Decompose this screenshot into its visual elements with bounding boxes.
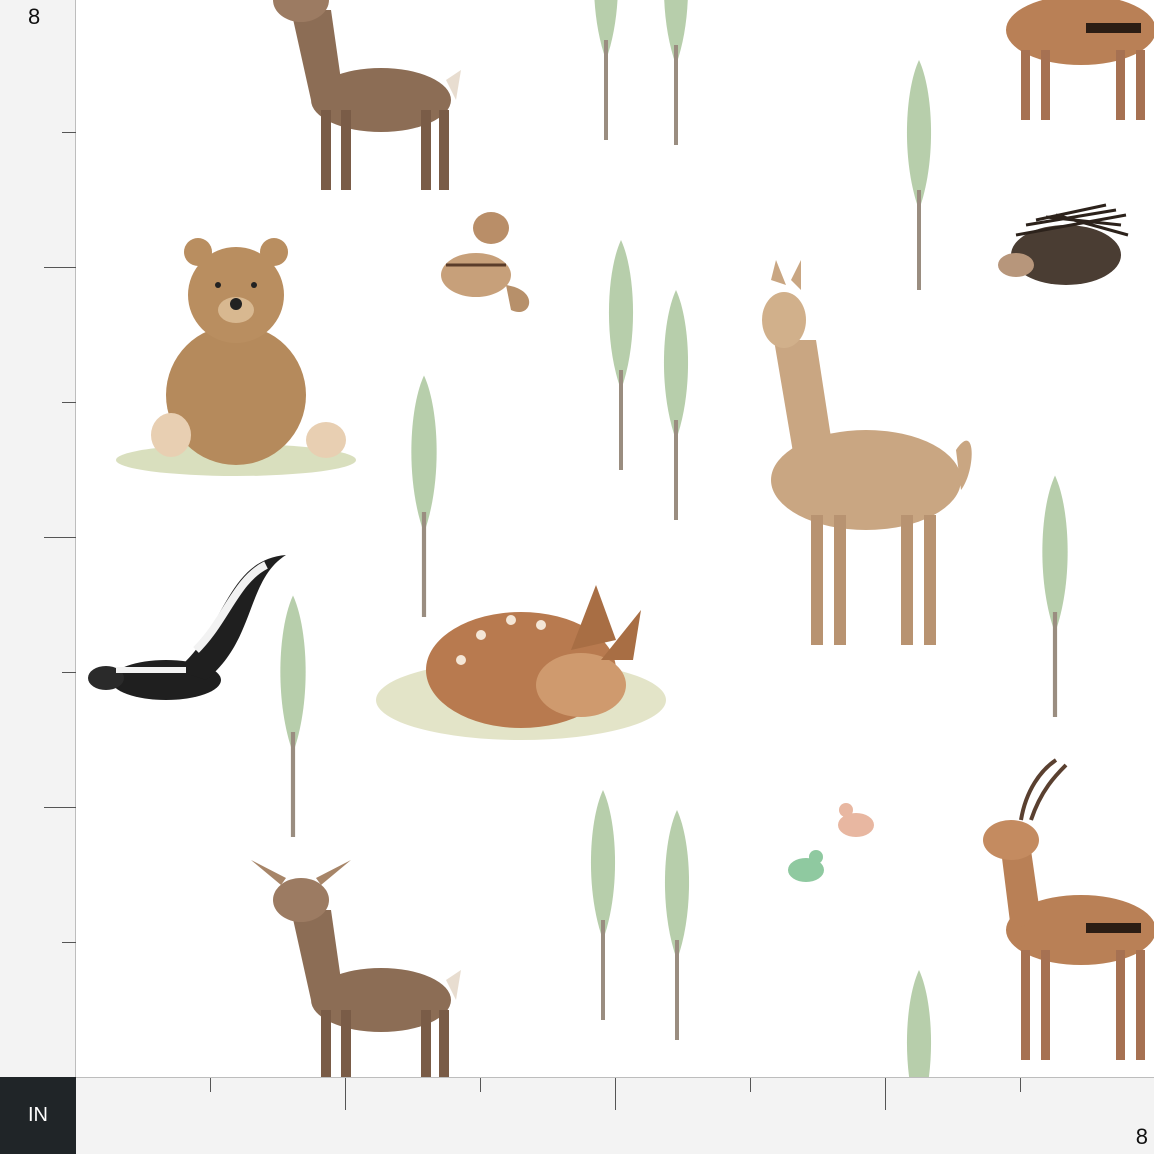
ruler-bottom-label: 8	[1135, 1124, 1148, 1149]
ruler-tick	[62, 402, 76, 403]
antelope-icon	[983, 758, 1154, 1060]
tree-icon	[590, 790, 616, 1020]
ruler-tick	[62, 132, 76, 133]
horizontal-ruler: 8	[76, 1077, 1154, 1154]
ruler-tick	[62, 942, 76, 943]
ruler-tick	[480, 1078, 481, 1092]
tree-icon	[906, 970, 932, 1077]
tree-icon	[411, 375, 437, 617]
chipmunk-icon	[441, 212, 530, 313]
skunk-icon	[88, 555, 286, 700]
ruler-tick	[615, 1078, 616, 1110]
ruler-tick	[62, 672, 76, 673]
tree-icon	[663, 0, 689, 145]
ruler-tick	[210, 1078, 211, 1092]
tree-icon	[608, 240, 634, 470]
antelope-icon	[1006, 0, 1154, 120]
ruler-tick	[1020, 1078, 1021, 1092]
tree-icon	[1042, 475, 1068, 717]
ruler-tick	[750, 1078, 751, 1092]
tree-icon	[280, 595, 306, 837]
pattern-canvas	[76, 0, 1154, 1077]
tree-icon	[906, 60, 932, 290]
pattern-artwork	[88, 0, 1154, 1077]
tree-icon	[663, 290, 689, 520]
tree-icon	[593, 0, 619, 140]
bear-icon	[116, 238, 356, 476]
ruler-tick	[345, 1078, 346, 1110]
deer-icon	[251, 0, 461, 190]
porcupine-icon	[998, 203, 1129, 285]
pattern-preview: 8 8 IN	[0, 0, 1154, 1154]
vertical-ruler: 8	[0, 0, 76, 1077]
fawn-icon	[376, 585, 666, 740]
unit-toggle-button[interactable]: IN	[0, 1077, 76, 1154]
ruler-top-label: 8	[28, 4, 41, 29]
unit-label: IN	[28, 1104, 48, 1126]
ruler-tick	[44, 807, 76, 808]
ruler-tick	[885, 1078, 886, 1110]
birds-icon	[788, 803, 874, 882]
ruler-tick	[44, 537, 76, 538]
ruler-tick	[44, 267, 76, 268]
deer-icon	[251, 860, 461, 1077]
tree-icon	[664, 810, 690, 1040]
llama-icon	[762, 260, 972, 645]
